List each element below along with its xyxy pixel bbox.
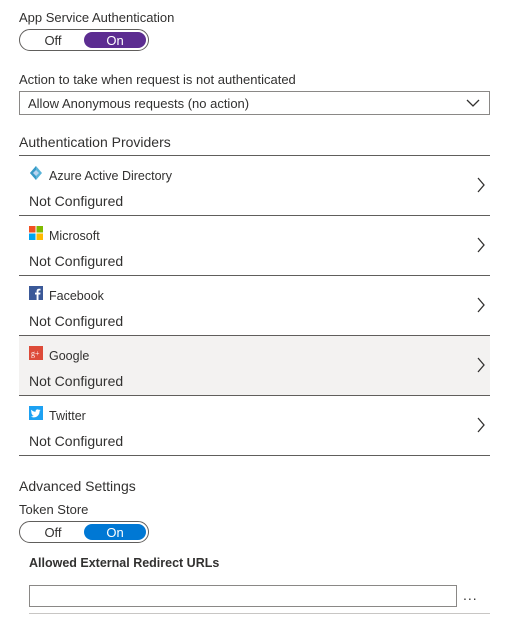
chevron-right-icon — [477, 417, 485, 433]
action-dropdown[interactable]: Allow Anonymous requests (no action) — [19, 91, 490, 115]
provider-row-facebook[interactable]: Facebook Not Configured — [19, 275, 490, 335]
provider-status: Not Configured — [29, 193, 124, 209]
token-store-toggle-off[interactable]: Off — [22, 524, 84, 540]
token-store-toggle[interactable]: Off On — [19, 521, 149, 543]
provider-name: Twitter — [49, 409, 86, 423]
provider-row-google[interactable]: g+ Google Not Configured — [19, 335, 490, 395]
chevron-right-icon — [477, 357, 485, 373]
provider-status: Not Configured — [29, 253, 124, 269]
chevron-down-icon — [466, 99, 480, 107]
chevron-right-icon — [477, 177, 485, 193]
action-label: Action to take when request is not authe… — [19, 72, 296, 87]
azure-ad-icon — [30, 166, 42, 180]
chevron-right-icon — [477, 297, 485, 313]
provider-row-azure-ad[interactable]: Azure Active Directory Not Configured — [19, 155, 490, 215]
auth-toggle-on[interactable]: On — [84, 32, 146, 48]
provider-status: Not Configured — [29, 313, 124, 329]
twitter-icon — [29, 406, 43, 420]
providers-section-title: Authentication Providers — [19, 134, 171, 150]
microsoft-icon — [29, 226, 43, 240]
app-service-auth-toggle[interactable]: Off On — [19, 29, 149, 51]
more-options-icon[interactable]: ... — [463, 587, 478, 603]
chevron-right-icon — [477, 237, 485, 253]
provider-row-twitter[interactable]: Twitter Not Configured — [19, 395, 490, 456]
redirect-urls-label: Allowed External Redirect URLs — [29, 556, 220, 570]
redirect-url-input[interactable] — [29, 585, 457, 607]
token-store-toggle-on[interactable]: On — [84, 524, 146, 540]
provider-row-microsoft[interactable]: Microsoft Not Configured — [19, 215, 490, 275]
divider — [29, 613, 490, 614]
provider-name: Azure Active Directory — [49, 169, 172, 183]
auth-toggle-off[interactable]: Off — [22, 32, 84, 48]
provider-name: Facebook — [49, 289, 104, 303]
app-service-auth-label: App Service Authentication — [19, 10, 175, 25]
provider-name: Google — [49, 349, 90, 363]
facebook-icon — [29, 286, 43, 300]
provider-status: Not Configured — [29, 433, 124, 449]
token-store-label: Token Store — [19, 502, 89, 517]
google-plus-icon: g+ — [29, 346, 43, 360]
provider-name: Microsoft — [49, 229, 100, 243]
providers-list: Azure Active Directory Not Configured Mi… — [19, 155, 490, 456]
action-dropdown-value: Allow Anonymous requests (no action) — [28, 95, 250, 111]
svg-text:g+: g+ — [31, 349, 40, 358]
advanced-settings-title: Advanced Settings — [19, 478, 136, 494]
provider-status: Not Configured — [29, 373, 124, 389]
